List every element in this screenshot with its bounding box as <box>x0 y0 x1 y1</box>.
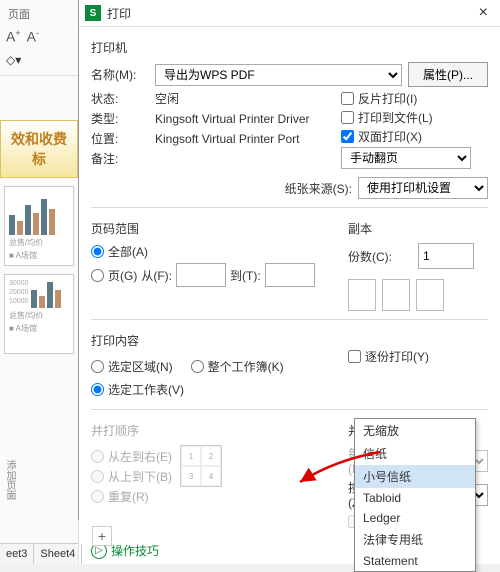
flip-select[interactable]: 手动翻页 <box>341 147 471 169</box>
dropdown-item[interactable]: Ledger <box>355 508 475 528</box>
range-section-label: 页码范围 <box>91 220 336 237</box>
left-right-radio: 从左到右(E) <box>91 448 172 465</box>
where-label: 位置: <box>91 130 149 147</box>
add-page-label: 添加页面 <box>2 460 17 500</box>
where-value: Kingsoft Virtual Printer Port <box>155 132 300 146</box>
thumb-legend: ■ A场馆 <box>9 250 69 261</box>
sheet-header-fragment: 效和收费标 <box>0 120 78 178</box>
decrease-font-button[interactable]: A- <box>27 28 39 45</box>
from-label: 从(F): <box>141 267 172 284</box>
app-icon: S <box>85 5 101 21</box>
sheet-tab[interactable]: Sheet4 <box>34 544 82 564</box>
comment-label: 备注: <box>91 150 149 167</box>
range-all-radio[interactable]: 全部(A) <box>91 243 336 260</box>
ribbon-tab[interactable]: 页面 <box>4 4 74 24</box>
dropdown-item[interactable]: 无缩放 <box>355 419 475 442</box>
increase-font-button[interactable]: A+ <box>6 28 21 45</box>
sheet-tab[interactable]: eet3 <box>0 544 34 564</box>
thumb-legend: ■ A场馆 <box>9 323 69 334</box>
printer-name-select[interactable]: 导出为WPS PDF <box>155 64 402 86</box>
close-button[interactable]: × <box>473 4 494 22</box>
printer-section-label: 打印机 <box>91 39 488 56</box>
thumb-label: 总售/均价 <box>9 310 69 321</box>
reverse-print-checkbox[interactable]: 反片打印(I) <box>341 90 476 107</box>
repeat-radio: 重复(R) <box>91 488 172 505</box>
paper-source-select[interactable]: 使用打印机设置 <box>358 177 488 199</box>
collate-checkbox[interactable]: 逐份打印(Y) <box>348 348 488 365</box>
range-pages-radio[interactable]: 页(G) 从(F): 到(T): <box>91 263 336 287</box>
chart-thumbnail-1[interactable]: 总售/均价 ■ A场馆 <box>4 186 74 266</box>
collate-icon <box>348 279 376 311</box>
from-input[interactable] <box>176 263 226 287</box>
top-bottom-radio: 从上到下(B) <box>91 468 172 485</box>
selection-radio[interactable]: 选定区域(N) <box>91 358 173 375</box>
selected-sheet-radio[interactable]: 选定工作表(V) <box>91 381 336 398</box>
add-sheet-button[interactable]: + <box>92 526 112 546</box>
to-label: 到(T): <box>230 267 261 284</box>
type-label: 类型: <box>91 110 149 127</box>
workbook-radio[interactable]: 整个工作簿(K) <box>191 358 284 375</box>
copies-label: 份数(C): <box>348 248 392 265</box>
order-preview-icon: 1234 <box>180 445 222 487</box>
collate-icon <box>382 279 410 311</box>
dropdown-item[interactable]: 法律专用纸 <box>355 528 475 551</box>
to-input[interactable] <box>265 263 315 287</box>
print-to-file-checkbox[interactable]: 打印到文件(L) <box>341 109 476 126</box>
type-value: Kingsoft Virtual Printer Driver <box>155 112 310 126</box>
format-icon[interactable]: ◇▾ <box>6 53 21 67</box>
name-label: 名称(M): <box>91 66 149 83</box>
status-label: 状态: <box>91 90 149 107</box>
annotation-arrow <box>295 450 385 503</box>
chart-thumbnail-2[interactable]: 300002000010000 总售/均价 ■ A场馆 <box>4 274 74 354</box>
duplex-checkbox[interactable]: 双面打印(X) <box>341 128 476 145</box>
collate-icon <box>416 279 444 311</box>
dropdown-item[interactable]: Statement <box>355 551 475 571</box>
dialog-title: 打印 <box>107 5 473 22</box>
copies-input[interactable] <box>418 243 474 269</box>
status-value: 空闲 <box>155 90 179 107</box>
order-section-label: 并打顺序 <box>91 422 336 439</box>
thumb-label: 总售/均价 <box>9 237 69 248</box>
paper-source-label: 纸张来源(S): <box>285 180 352 197</box>
copies-section-label: 副本 <box>348 220 488 237</box>
content-section-label: 打印内容 <box>91 332 336 349</box>
properties-button[interactable]: 属性(P)... <box>408 62 488 87</box>
